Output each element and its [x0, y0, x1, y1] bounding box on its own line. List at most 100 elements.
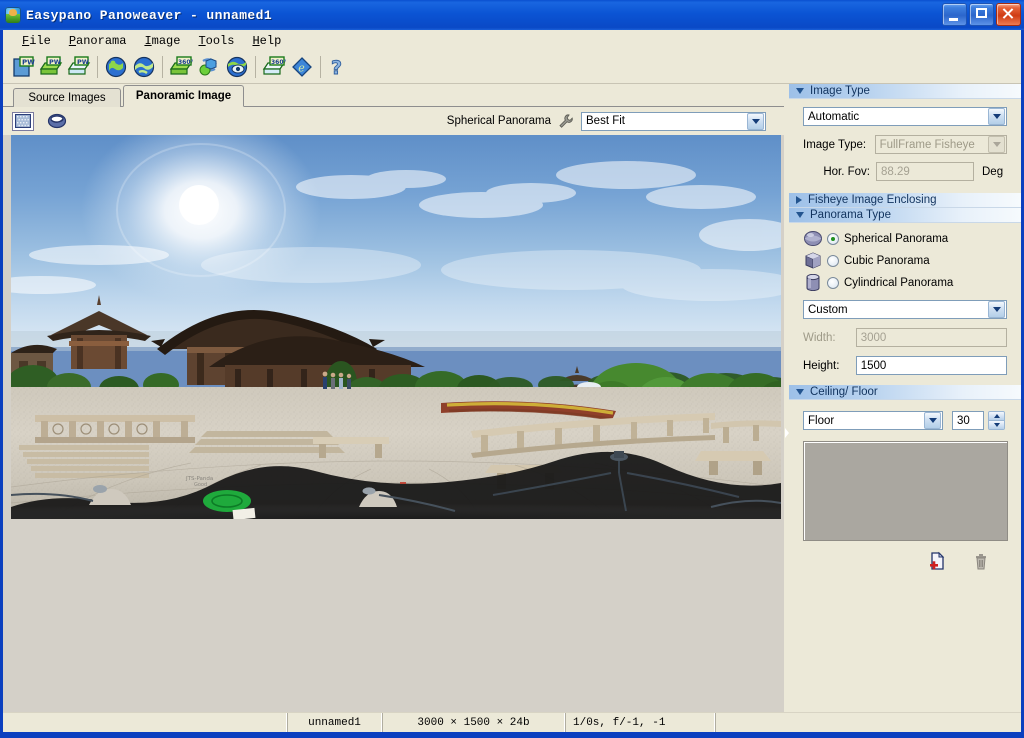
app-globe-icon — [5, 7, 21, 23]
panorama-size-select[interactable]: Custom — [803, 300, 1007, 319]
import-360-icon[interactable]: 360° — [167, 53, 195, 81]
svg-text:PW: PW — [22, 59, 35, 67]
chevron-down-icon — [747, 112, 764, 130]
tab-source-images[interactable]: Source Images — [13, 88, 121, 107]
panorama-svg: JTS-Panda Good — [11, 135, 781, 519]
properties-panel: Image Type Automatic Image Type: FullFra… — [789, 84, 1021, 738]
image-type-select-value: FullFrame Fisheye — [879, 138, 975, 151]
label-spherical-panorama: Spherical Panorama — [844, 232, 949, 245]
chevron-down-icon — [988, 108, 1005, 125]
chevron-down-icon — [796, 389, 804, 395]
svg-text:?: ? — [331, 57, 342, 79]
image-mode-select-value: Automatic — [808, 110, 860, 123]
svg-text:Good: Good — [194, 482, 207, 488]
delete-image-icon[interactable] — [971, 551, 991, 571]
main-toolbar: PW PW PW 360° 360° e ? — [3, 51, 1021, 84]
help-icon[interactable]: ? — [325, 53, 353, 81]
section-title-image-type: Image Type — [810, 85, 870, 97]
toolbar-separator — [255, 56, 256, 78]
radio-cylindrical[interactable] — [827, 276, 839, 289]
new-project-icon[interactable]: PW — [9, 53, 37, 81]
tab-source-images-label: Source Images — [28, 92, 106, 104]
radio-spherical[interactable] — [827, 232, 839, 245]
sphere-view-icon[interactable] — [46, 112, 68, 131]
steps-left — [19, 445, 149, 478]
window-bottom-border — [0, 732, 1024, 738]
stitch-globe-icon[interactable] — [102, 53, 130, 81]
tab-panoramic-image[interactable]: Panoramic Image — [123, 85, 244, 107]
hor-fov-unit: Deg — [982, 165, 1004, 178]
ceiling-floor-angle-stepper[interactable] — [988, 411, 1005, 430]
image-type-select[interactable]: FullFrame Fisheye — [874, 135, 1007, 154]
menu-image[interactable]: Image — [135, 32, 189, 50]
hor-fov-label: Hor. Fov: — [823, 165, 870, 178]
minimize-button[interactable] — [942, 3, 967, 26]
status-bar: unnamed1 3000 × 1500 × 24b 1/0s, f/-1, -… — [3, 712, 1021, 732]
svg-text:360°: 360° — [178, 59, 193, 66]
image-type-label: Image Type: — [803, 138, 867, 151]
ceiling-floor-angle-input[interactable]: 30 — [952, 411, 984, 430]
section-header-image-type[interactable]: Image Type — [789, 84, 1021, 99]
width-input[interactable]: 3000 — [855, 328, 1007, 347]
svg-text:PW: PW — [77, 58, 89, 66]
svg-text:PW: PW — [49, 58, 61, 66]
chevron-down-icon — [988, 301, 1005, 318]
add-image-icon[interactable] — [927, 551, 947, 571]
height-input[interactable]: 1500 — [855, 356, 1007, 375]
viewer-toolbar-right: Spherical Panorama Best Fit — [447, 107, 766, 135]
panorama-viewport[interactable]: JTS-Panda Good — [3, 135, 784, 738]
panorama-size-select-value: Custom — [808, 303, 848, 316]
menu-tools[interactable]: Tools — [189, 32, 243, 50]
menu-help[interactable]: Help — [243, 32, 290, 50]
svg-text:360°: 360° — [271, 59, 286, 66]
section-header-fisheye-enclosing[interactable]: Fisheye Image Enclosing — [789, 193, 1021, 208]
panorama-mode-label: Spherical Panorama — [446, 115, 551, 127]
hor-fov-input[interactable]: 88.29 — [876, 162, 974, 181]
window-controls — [942, 3, 1021, 26]
image-mode-select[interactable]: Automatic — [803, 107, 1007, 126]
preview-eye-icon[interactable] — [223, 53, 251, 81]
sphere-icon — [803, 230, 823, 247]
menu-panorama[interactable]: Panorama — [60, 32, 136, 50]
grid-view-icon[interactable] — [12, 111, 34, 131]
hor-fov-value: 88.29 — [881, 165, 910, 178]
zoom-select[interactable]: Best Fit — [581, 111, 766, 131]
status-spacer — [3, 713, 287, 732]
option-cubic-panorama[interactable]: Cubic Panorama — [803, 252, 1007, 269]
maximize-button[interactable] — [969, 3, 994, 26]
option-spherical-panorama[interactable]: Spherical Panorama — [803, 230, 1007, 247]
height-value: 1500 — [860, 359, 887, 372]
publish-globe-icon[interactable] — [130, 53, 158, 81]
ceiling-floor-actions — [803, 551, 1007, 571]
label-cubic-panorama: Cubic Panorama — [844, 254, 930, 267]
status-filename: unnamed1 — [287, 713, 382, 732]
section-body-image-type: Automatic Image Type: FullFrame Fisheye … — [789, 99, 1021, 193]
tab-panoramic-image-label: Panoramic Image — [135, 90, 232, 102]
option-cylindrical-panorama[interactable]: Cylindrical Panorama — [803, 273, 1007, 292]
window-title: Easypano Panoweaver - unnamed1 — [26, 7, 273, 23]
ceiling-floor-preview[interactable] — [803, 441, 1008, 541]
width-value: 3000 — [860, 331, 887, 344]
stepper-down[interactable] — [989, 421, 1004, 429]
open-360-icon[interactable]: 360° — [260, 53, 288, 81]
ceiling-floor-select[interactable]: Floor — [803, 411, 943, 430]
section-header-panorama-type[interactable]: Panorama Type — [789, 208, 1021, 223]
stepper-up[interactable] — [989, 412, 1004, 421]
wrench-icon[interactable] — [558, 114, 574, 128]
panorama-image[interactable]: JTS-Panda Good — [11, 135, 781, 519]
radio-cubic[interactable] — [827, 254, 839, 267]
section-body-ceiling-floor: Floor 30 — [789, 400, 1021, 577]
rotate-object-icon[interactable] — [195, 53, 223, 81]
chevron-down-icon — [796, 88, 804, 94]
menu-file[interactable]: File — [13, 32, 60, 50]
svg-text:e: e — [298, 62, 305, 75]
section-header-ceiling-floor[interactable]: Ceiling/ Floor — [789, 385, 1021, 400]
close-button[interactable] — [996, 3, 1021, 26]
menu-bar: File Panorama Image Tools Help — [3, 30, 1021, 51]
open-project-icon[interactable]: PW — [37, 53, 65, 81]
publish-web-icon[interactable]: e — [288, 53, 316, 81]
width-label: Width: — [803, 331, 836, 344]
client-area: File Panorama Image Tools Help PW PW PW … — [3, 30, 1021, 738]
viewer-toolbar: Spherical Panorama Best Fit — [3, 107, 784, 135]
save-project-icon[interactable]: PW — [65, 53, 93, 81]
